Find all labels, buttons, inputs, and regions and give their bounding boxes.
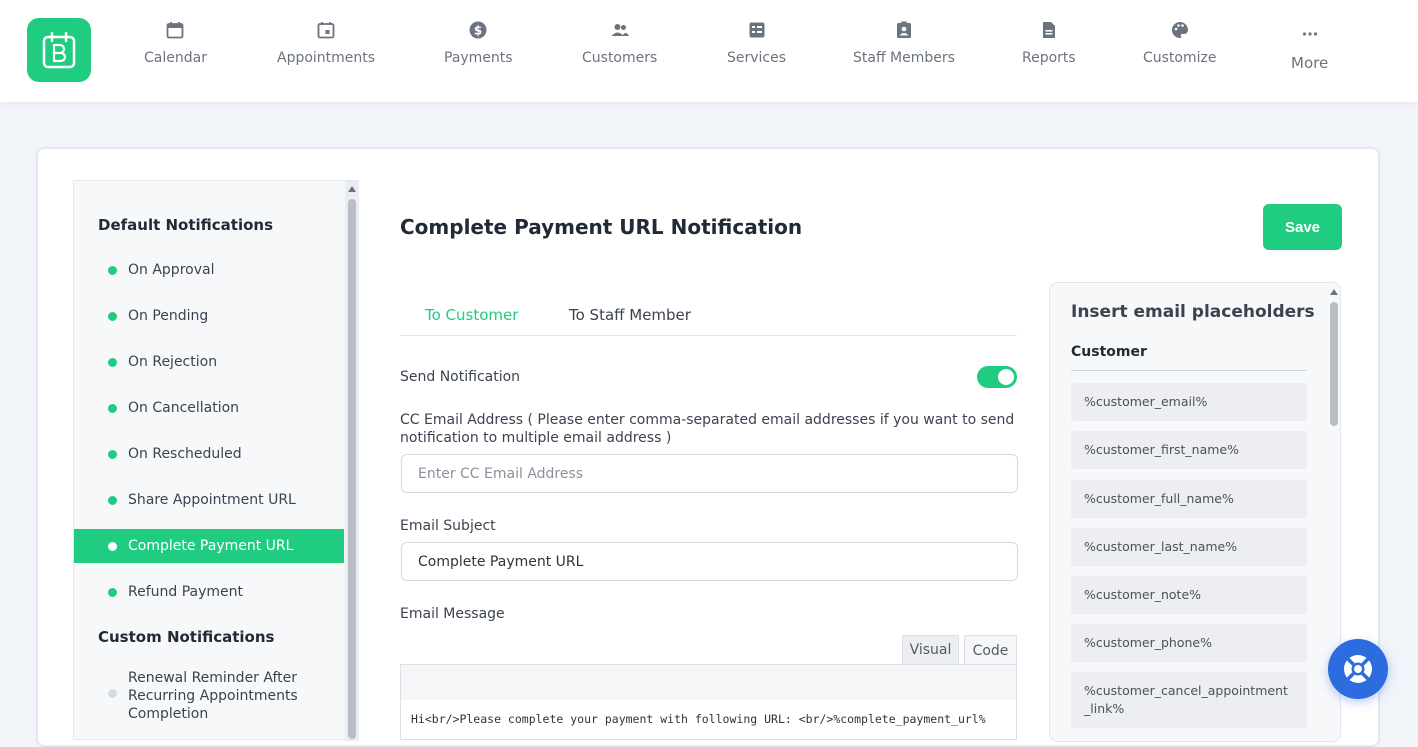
status-dot xyxy=(108,265,117,275)
placeholder-item[interactable]: %customer_first_name% xyxy=(1071,431,1307,469)
sidebar-item-renewal-reminder[interactable]: Renewal Reminder After Recurring Appoint… xyxy=(74,669,344,725)
placeholders-panel: Insert email placeholders Customer %cust… xyxy=(1049,282,1341,742)
custom-notifications-heading: Custom Notifications xyxy=(98,628,275,646)
sidebar-item-label: Renewal Reminder After Recurring Appoint… xyxy=(128,670,298,722)
customers-icon xyxy=(611,24,629,36)
sidebar-item-on-approval[interactable]: On Approval xyxy=(74,253,344,287)
sidebar-item-label: On Pending xyxy=(128,308,209,324)
nav-payments[interactable]: $ Payments xyxy=(444,20,513,66)
save-button[interactable]: Save xyxy=(1263,204,1342,250)
more-dots-icon xyxy=(1302,32,1317,36)
nav-staff-members[interactable]: Staff Members xyxy=(853,20,955,66)
send-notification-toggle[interactable] xyxy=(977,366,1017,388)
placeholder-item[interactable]: %customer_full_name% xyxy=(1071,480,1307,518)
cc-email-label: CC Email Address ( Please enter comma-se… xyxy=(400,412,1015,446)
tab-to-customer[interactable]: To Customer xyxy=(425,306,518,324)
send-notification-label: Send Notification xyxy=(400,369,521,385)
nav-customize[interactable]: Customize xyxy=(1143,20,1217,66)
sidebar-item-label: On Rescheduled xyxy=(128,446,242,462)
scroll-up-arrow-icon[interactable] xyxy=(348,186,356,192)
logo-icon xyxy=(42,31,76,69)
status-dot xyxy=(108,403,117,413)
email-subject-input[interactable] xyxy=(401,542,1018,581)
email-message-label: Email Message xyxy=(400,606,505,622)
editor-tab-visual[interactable]: Visual xyxy=(902,635,959,665)
editor-tab-code[interactable]: Code xyxy=(964,635,1017,665)
status-dot xyxy=(108,449,117,459)
dollar-icon: $ xyxy=(469,21,487,39)
recipient-tabs: To Customer To Staff Member xyxy=(400,300,1017,336)
nav-services[interactable]: Services xyxy=(727,20,786,66)
nav-label: More xyxy=(1291,54,1329,72)
email-subject-label: Email Subject xyxy=(400,518,496,534)
svg-text:$: $ xyxy=(474,24,482,38)
app-logo[interactable] xyxy=(27,18,91,82)
placeholders-scroll-thumb[interactable] xyxy=(1330,302,1338,426)
nav-label: Customize xyxy=(1143,50,1217,66)
status-dot xyxy=(108,587,117,597)
sidebar-item-on-pending[interactable]: On Pending xyxy=(74,299,344,333)
lifebuoy-icon xyxy=(1344,655,1372,683)
status-dot xyxy=(108,689,117,698)
nav-reports[interactable]: Reports xyxy=(1022,20,1076,66)
placeholder-item[interactable]: %customer_phone% xyxy=(1071,624,1307,662)
page-title: Complete Payment URL Notification xyxy=(400,215,803,239)
toggle-knob xyxy=(998,369,1014,385)
nav-label: Staff Members xyxy=(853,50,955,66)
sidebar-item-complete-payment-url[interactable]: Complete Payment URL xyxy=(74,529,344,563)
calendar-icon xyxy=(167,22,184,39)
placeholder-item[interactable]: %customer_note% xyxy=(1071,576,1307,614)
status-dot xyxy=(108,541,117,551)
sidebar-item-label: On Cancellation xyxy=(128,400,240,416)
sidebar-item-share-appointment-url[interactable]: Share Appointment URL xyxy=(74,483,344,517)
nav-label: Customers xyxy=(582,50,658,66)
sidebar-item-refund-payment[interactable]: Refund Payment xyxy=(74,575,344,609)
nav-calendar[interactable]: Calendar xyxy=(144,20,207,66)
nav-more[interactable]: More xyxy=(1291,24,1328,72)
sidebar-item-on-cancellation[interactable]: On Cancellation xyxy=(74,391,344,425)
status-dot xyxy=(108,357,117,367)
notification-sidebar: Default Notifications On Approval On Pen… xyxy=(73,180,359,741)
top-navigation: Calendar Appointments $ Payments Custome… xyxy=(0,0,1418,102)
sidebar-item-label: Complete Payment URL xyxy=(128,538,294,554)
sidebar-item-label: On Approval xyxy=(128,262,215,278)
scroll-up-arrow-icon[interactable] xyxy=(1330,289,1338,295)
services-icon xyxy=(749,22,765,38)
sidebar-item-label: On Rejection xyxy=(128,354,218,370)
nav-label: Appointments xyxy=(277,50,376,66)
nav-label: Services xyxy=(727,50,787,66)
status-dot xyxy=(108,311,117,321)
placeholder-item[interactable]: %customer_last_name% xyxy=(1071,528,1307,566)
sidebar-item-label: Refund Payment xyxy=(128,584,244,600)
nav-label: Calendar xyxy=(144,50,207,66)
status-dot xyxy=(108,495,117,505)
sidebar-item-on-rescheduled[interactable]: On Rescheduled xyxy=(74,437,344,471)
placeholder-item[interactable]: %customer_email% xyxy=(1071,383,1307,421)
staff-badge-icon xyxy=(896,21,911,38)
nav-appointments[interactable]: Appointments xyxy=(277,20,375,66)
nav-customers[interactable]: Customers xyxy=(582,20,657,66)
placeholder-group-customer: Customer xyxy=(1071,344,1307,371)
placeholder-item[interactable]: %customer_cancel_appointment_link% xyxy=(1071,672,1307,728)
email-message-editor[interactable]: Hi<br/>Please complete your payment with… xyxy=(400,700,1017,740)
default-notifications-heading: Default Notifications xyxy=(98,216,274,234)
appointment-icon xyxy=(317,22,335,39)
palette-icon xyxy=(1171,22,1188,38)
editor-toolbar xyxy=(400,664,1017,701)
nav-label: Reports xyxy=(1022,50,1076,66)
report-icon xyxy=(1042,22,1055,38)
help-button[interactable] xyxy=(1328,639,1388,699)
placeholders-title: Insert email placeholders xyxy=(1071,302,1315,322)
sidebar-item-label: Share Appointment URL xyxy=(128,492,296,508)
nav-label: Payments xyxy=(444,50,513,66)
tab-to-staff-member[interactable]: To Staff Member xyxy=(569,306,691,324)
sidebar-item-on-rejection[interactable]: On Rejection xyxy=(74,345,344,379)
cc-email-input[interactable] xyxy=(401,454,1018,493)
sidebar-scroll-thumb[interactable] xyxy=(348,199,356,739)
sidebar-scrollbar[interactable] xyxy=(345,181,359,741)
